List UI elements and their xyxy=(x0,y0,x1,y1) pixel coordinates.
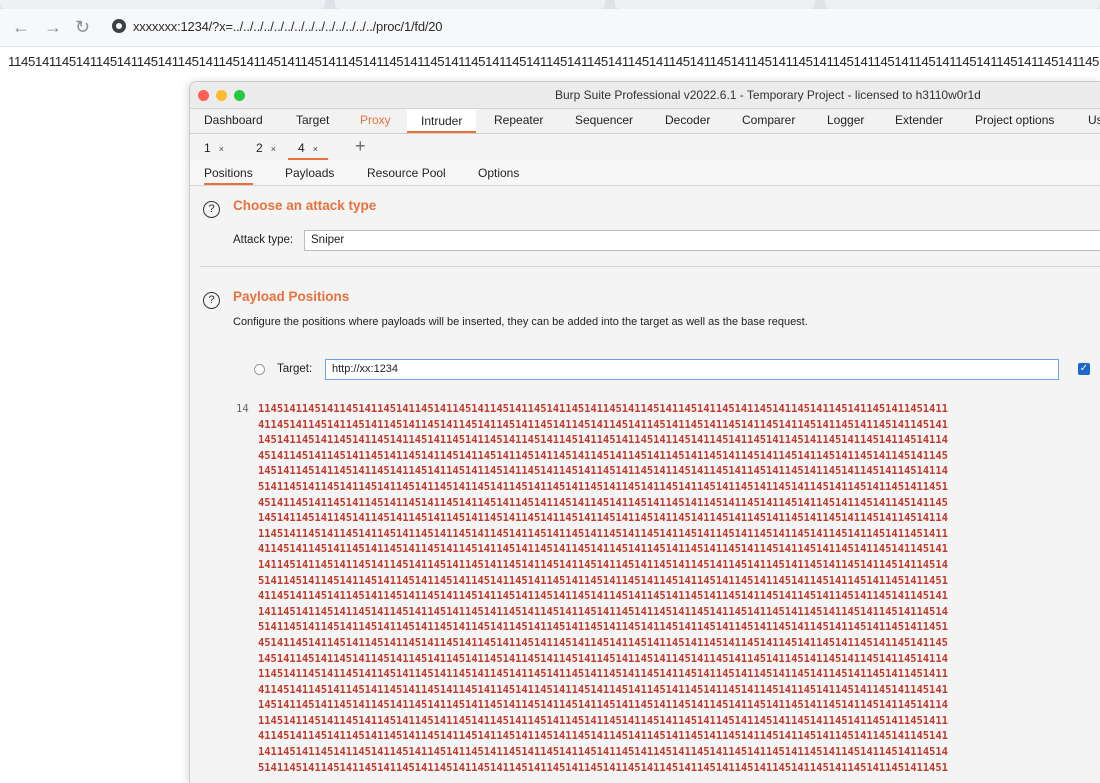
close-icon[interactable]: × xyxy=(313,144,318,154)
request-editor[interactable]: 14 1145141145141145141145141145141145141… xyxy=(190,398,1100,783)
tab-repeater[interactable]: Repeater xyxy=(494,113,543,127)
request-line: 4114514114514114514114514114514114514114… xyxy=(258,730,948,743)
request-line: 5141145141145141145141145141145141145141… xyxy=(258,621,948,634)
browser-tab[interactable] xyxy=(825,0,1100,9)
request-body: 1145141145141145141145141145141145141145… xyxy=(258,402,1100,776)
attack-type-select[interactable]: Sniper xyxy=(304,230,1100,251)
request-line: 1411451411451411451411451411451411451411… xyxy=(258,746,948,759)
tab-payloads[interactable]: Payloads xyxy=(285,166,334,180)
request-line: 1451411451411451411451411451411451411451… xyxy=(258,699,948,712)
browser-tab-strip xyxy=(0,0,1100,9)
tab-target[interactable]: Target xyxy=(296,113,329,127)
main-tab-bar: Dashboard Target Proxy Intruder Repeater… xyxy=(190,109,1100,134)
forward-button[interactable]: → xyxy=(44,17,62,37)
request-line: 4114514114514114514114514114514114514114… xyxy=(258,543,948,556)
tab-sequencer[interactable]: Sequencer xyxy=(575,113,633,127)
request-line: 1411451411451411451411451411451411451411… xyxy=(258,558,948,571)
section-divider xyxy=(200,266,1100,267)
back-button[interactable]: ← xyxy=(12,17,30,37)
window-titlebar: Burp Suite Professional v2022.6.1 - Temp… xyxy=(190,82,1100,109)
request-line: 4114514114514114514114514114514114514114… xyxy=(258,590,948,603)
add-tab-button[interactable]: + xyxy=(355,136,366,157)
close-icon[interactable]: × xyxy=(271,144,276,154)
tab-project-options[interactable]: Project options xyxy=(975,113,1054,127)
request-line: 4114514114514114514114514114514114514114… xyxy=(258,683,948,696)
close-window-button[interactable] xyxy=(198,90,209,101)
browser-tab[interactable] xyxy=(335,0,605,9)
request-line: 1451411451411451411451411451411451411451… xyxy=(258,465,948,478)
close-icon[interactable]: × xyxy=(219,144,224,154)
minimize-window-button[interactable] xyxy=(216,90,227,101)
request-line: 5141145141145141145141145141145141145141… xyxy=(258,761,948,774)
request-line: 1451411451411451411451411451411451411451… xyxy=(258,434,948,447)
request-line: 5141145141145141145141145141145141145141… xyxy=(258,480,948,493)
target-label: Target: xyxy=(277,363,313,375)
target-url-input[interactable]: http://xx:1234 xyxy=(325,359,1059,380)
attack-tab-4[interactable]: 4 × xyxy=(288,138,328,160)
attack-type-heading: Choose an attack type xyxy=(233,198,377,213)
request-line: 1451411451411451411451411451411451411451… xyxy=(258,512,948,525)
request-line: 4514114514114514114514114514114514114514… xyxy=(258,496,948,509)
attack-type-label: Attack type: xyxy=(233,234,294,246)
attack-tab-label: 1 xyxy=(204,141,211,155)
attack-tab-label: 2 xyxy=(256,141,263,155)
window-title: Burp Suite Professional v2022.6.1 - Temp… xyxy=(555,88,981,102)
request-line: 1145141145141145141145141145141145141145… xyxy=(258,527,948,540)
tab-user-options[interactable]: Us xyxy=(1088,113,1100,127)
browser-tab[interactable] xyxy=(0,0,325,9)
tab-comparer[interactable]: Comparer xyxy=(742,113,795,127)
attack-tab-bar: 1 × 2 × 4 × + xyxy=(190,134,1100,162)
tab-decoder[interactable]: Decoder xyxy=(665,113,710,127)
request-line: 1411451411451411451411451411451411451411… xyxy=(258,605,948,618)
tab-dashboard[interactable]: Dashboard xyxy=(204,113,263,127)
burp-window: Burp Suite Professional v2022.6.1 - Temp… xyxy=(189,81,1100,783)
request-line: 4514114514114514114514114514114514114514… xyxy=(258,449,948,462)
request-line: 5141145141145141145141145141145141145141… xyxy=(258,574,948,587)
request-line: 1145141145141145141145141145141145141145… xyxy=(258,668,948,681)
tab-logger[interactable]: Logger xyxy=(827,113,864,127)
address-bar: ← → ↻ xxxxxxx:1234/?x=../../../../../../… xyxy=(0,9,1100,47)
help-icon[interactable]: ? xyxy=(203,292,220,309)
help-icon[interactable]: ? xyxy=(203,201,220,218)
browser-tab[interactable] xyxy=(615,0,815,9)
tab-intruder[interactable]: Intruder xyxy=(407,109,477,133)
attack-tab-1[interactable]: 1 × xyxy=(204,138,224,158)
attack-tab-label: 4 xyxy=(298,141,305,155)
page-output-text: 1145141145141145141145141145141145141145… xyxy=(8,54,1100,69)
request-line: 1451411451411451411451411451411451411451… xyxy=(258,652,948,665)
section-tab-bar: Positions Payloads Resource Pool Options xyxy=(190,161,1100,186)
arrow-left-icon: ← xyxy=(12,17,30,37)
request-line: 4514114514114514114514114514114514114514… xyxy=(258,636,948,649)
tab-proxy[interactable]: Proxy xyxy=(360,113,391,127)
attack-tab-2[interactable]: 2 × xyxy=(256,138,276,158)
tab-options[interactable]: Options xyxy=(478,166,519,180)
request-line: 1145141145141145141145141145141145141145… xyxy=(258,714,948,727)
zoom-window-button[interactable] xyxy=(234,90,245,101)
payload-positions-heading: Payload Positions xyxy=(233,289,350,304)
update-host-checkbox[interactable]: ✓ xyxy=(1078,363,1090,375)
tab-positions[interactable]: Positions xyxy=(204,166,253,185)
tab-extender[interactable]: Extender xyxy=(895,113,943,127)
request-line: 4114514114514114514114514114514114514114… xyxy=(258,418,948,431)
payload-positions-description: Configure the positions where payloads w… xyxy=(233,316,808,328)
tab-resource-pool[interactable]: Resource Pool xyxy=(367,166,446,180)
target-radio[interactable] xyxy=(254,364,265,375)
line-number: 14 xyxy=(236,403,249,415)
site-info-icon[interactable] xyxy=(112,19,126,33)
url-field[interactable]: xxxxxxx:1234/?x=../../../../../../../../… xyxy=(133,19,443,34)
reload-button[interactable]: ↻ xyxy=(75,17,90,37)
request-line: 1145141145141145141145141145141145141145… xyxy=(258,403,948,415)
reload-icon: ↻ xyxy=(75,17,91,37)
arrow-right-icon: → xyxy=(44,17,62,37)
